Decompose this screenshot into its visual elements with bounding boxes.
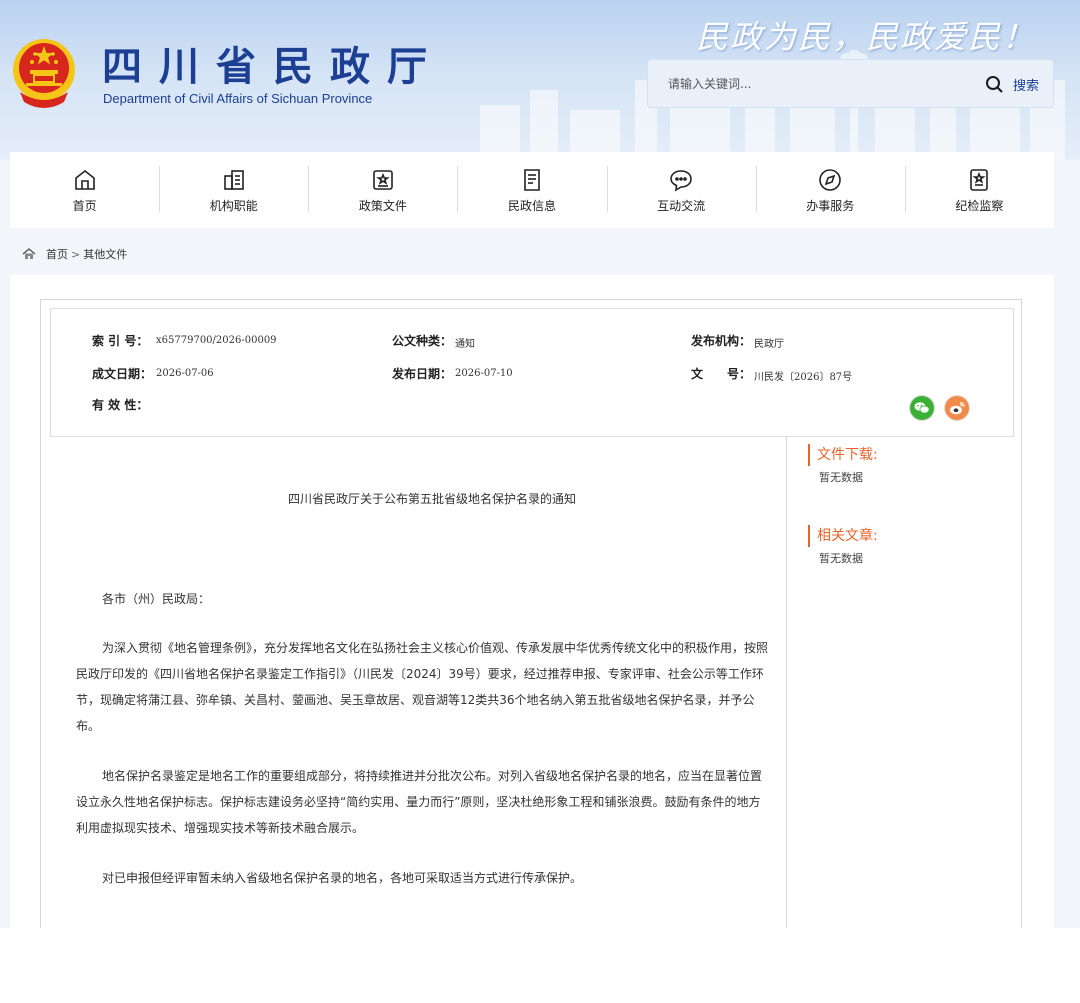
nav-item-services[interactable]: 办事服务 [755, 152, 905, 228]
wechat-icon [910, 396, 934, 420]
content-divider [786, 437, 787, 928]
nav-label: 互动交流 [657, 199, 706, 213]
national-emblem-logo [13, 39, 75, 108]
breadcrumb-home-link[interactable]: 首页 [46, 246, 68, 262]
article-paragraph: 为深入贯彻《地名管理条例》，充分发挥地名文化在弘扬社会主义核心价值观、传承发展中… [76, 641, 769, 733]
badge-doc-icon [970, 169, 989, 191]
building-icon [223, 170, 244, 190]
site-title: 四川省民政厅 [102, 43, 444, 90]
downloads-empty-text: 暂无数据 [819, 471, 863, 484]
main-nav: 首页 机构职能 政策文件 民政信息 互动交流 办事服务 纪检监察 [10, 152, 1054, 228]
nav-label: 纪检监察 [955, 199, 1004, 213]
breadcrumb: 首页 > 其他文件 [22, 246, 127, 262]
meta-published-label: 发布日期： [392, 367, 453, 381]
search-icon [985, 76, 1003, 93]
breadcrumb-separator: > [71, 247, 81, 261]
search-button-label: 搜索 [1012, 78, 1039, 94]
nav-label: 办事服务 [806, 199, 855, 213]
meta-type-value: 通知 [455, 339, 475, 350]
nav-label: 民政信息 [507, 199, 556, 213]
meta-created-label: 成文日期： [92, 367, 153, 381]
nav-label: 政策文件 [358, 199, 407, 213]
site-header: 四川省民政厅 Department of Civil Affairs of Si… [0, 0, 1080, 160]
downloads-heading: 文件下载: [808, 444, 878, 466]
policy-doc-icon [373, 170, 393, 190]
nav-item-home[interactable]: 首页 [10, 152, 159, 228]
search-input[interactable] [668, 73, 948, 95]
weibo-icon [945, 396, 969, 420]
slogan: 民政为民，民政爱民！ [696, 18, 1037, 56]
search-box: 搜索 [647, 59, 1054, 108]
meta-docno-value: 川民发〔2026〕87号 [754, 372, 853, 383]
article-paragraph: 地名保护名录鉴定是地名工作的重要组成部分，将持续推进并分批次公布。对列入省级地名… [76, 769, 763, 835]
nav-item-news[interactable]: 民政信息 [457, 152, 606, 228]
meta-docno-label: 文 号： [691, 367, 752, 381]
article-salutation: 各市（州）民政局： [102, 592, 211, 606]
nav-item-interaction[interactable]: 互动交流 [606, 152, 756, 228]
related-empty-text: 暂无数据 [819, 552, 863, 565]
chat-icon [670, 170, 692, 192]
breadcrumb-current[interactable]: 其他文件 [83, 246, 127, 262]
share-wechat-button[interactable] [909, 395, 935, 421]
document-meta: 索 引 号： x65779700/2026-00009 公文种类： 通知 发布机… [50, 308, 1014, 437]
meta-org-value: 民政厅 [754, 339, 784, 350]
meta-org-label: 发布机构： [691, 334, 752, 348]
compass-icon [819, 169, 842, 191]
nav-item-policy[interactable]: 政策文件 [308, 152, 457, 228]
nav-label: 首页 [72, 199, 97, 213]
home-icon [74, 169, 95, 190]
related-articles-heading: 相关文章: [808, 525, 878, 547]
nav-item-supervision[interactable]: 纪检监察 [904, 152, 1054, 228]
article-paragraph: 对已申报但经评审暂未纳入省级地名保护名录的地名，各地可采取适当方式进行传承保护。 [102, 871, 583, 885]
home-icon [22, 248, 36, 259]
meta-created-value: 2026-07-06 [156, 368, 214, 379]
meta-published-value: 2026-07-10 [455, 368, 513, 379]
meta-validity-label: 有 效 性： [92, 398, 149, 412]
meta-index-value: x65779700/2026-00009 [156, 335, 277, 346]
meta-index-label: 索 引 号： [92, 334, 149, 348]
nav-item-institution[interactable]: 机构职能 [159, 152, 308, 228]
news-doc-icon [524, 169, 540, 191]
search-button[interactable]: 搜索 [985, 72, 1039, 96]
nav-label: 机构职能 [209, 199, 258, 213]
share-weibo-button[interactable] [944, 395, 970, 421]
site-subtitle: Department of Civil Affairs of Sichuan P… [103, 91, 373, 106]
meta-type-label: 公文种类： [392, 334, 453, 348]
document-title: 四川省民政厅关于公布第五批省级地名保护名录的通知 [287, 492, 576, 506]
